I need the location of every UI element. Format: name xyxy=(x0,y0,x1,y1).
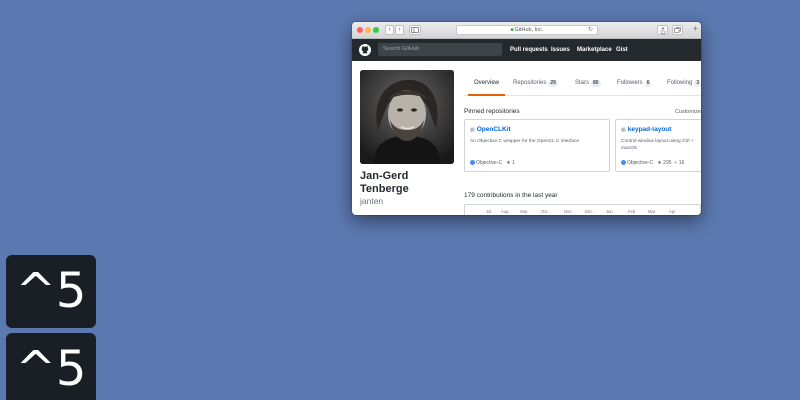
tab-count: 6 xyxy=(644,80,652,87)
tabs-icon xyxy=(674,27,681,33)
title-bar: ‹ › ■GitHub, Inc. ↻ + xyxy=(352,22,701,39)
tab-count: 80 xyxy=(591,80,601,87)
github-search-input[interactable]: Search GitHub xyxy=(378,43,502,56)
profile-login: janten xyxy=(360,196,384,206)
profile-name-line1: Jan-Gerd xyxy=(360,170,409,182)
repo-icon: ▦ xyxy=(470,127,475,133)
repo-meta: Objective-C ★ 295 ⑂ 16 xyxy=(621,160,684,166)
pinned-repo-card: ▦ OpenCLKit An Objective C wrapper for th… xyxy=(464,119,610,172)
profile-name-line2: Tenberge xyxy=(360,183,409,195)
repo-stars[interactable]: 1 xyxy=(512,160,515,166)
close-window-button[interactable] xyxy=(357,27,363,33)
tab-label: Stars xyxy=(575,80,590,86)
month-label: Feb xyxy=(628,209,636,214)
tab-count: 29 xyxy=(548,80,558,87)
month-label: Jan xyxy=(606,209,613,214)
month-label: Oct xyxy=(541,209,548,214)
language-color-icon xyxy=(470,160,475,165)
plus-icon: + xyxy=(693,24,698,33)
github-logo-icon[interactable] xyxy=(359,44,371,56)
tab-repositories[interactable]: Repositories 29 xyxy=(513,70,558,96)
repo-language: Objective-C xyxy=(627,160,654,166)
nav-issues[interactable]: Issues xyxy=(551,39,570,61)
nav-gist[interactable]: Gist xyxy=(616,39,628,61)
github-header: Search GitHub Pull requests Issues Marke… xyxy=(352,39,701,61)
repo-link[interactable]: ▦ OpenCLKit xyxy=(470,126,511,133)
month-label: Sep xyxy=(520,209,528,214)
star-icon: ★ xyxy=(506,160,511,166)
tab-followers[interactable]: Followers 6 xyxy=(617,70,652,96)
language-color-icon xyxy=(621,160,626,165)
repo-link[interactable]: ▦ keypad-layout xyxy=(621,126,671,133)
share-icon xyxy=(660,27,665,34)
back-icon: ‹ xyxy=(388,26,391,33)
repo-stars[interactable]: 295 xyxy=(663,160,671,166)
month-label: Jul xyxy=(486,209,492,214)
contribution-graph: Jul Aug Sep Oct Nov Dec Jan Feb Mar Apr xyxy=(464,204,701,215)
keyboard-shortcut-badge: ^5 xyxy=(6,333,96,400)
share-button[interactable] xyxy=(657,25,668,35)
contributions-title: 179 contributions in the last year xyxy=(464,192,558,199)
month-label: Nov xyxy=(564,209,572,214)
month-label: Aug xyxy=(501,209,509,214)
month-label: Mar xyxy=(648,209,656,214)
browser-window: ‹ › ■GitHub, Inc. ↻ + Search GitHub Pull… xyxy=(352,22,701,215)
tab-label: Following xyxy=(667,80,693,86)
tab-stars[interactable]: Stars 80 xyxy=(575,70,601,96)
keyboard-shortcut-badge: ^5 xyxy=(6,255,96,328)
new-tab-button[interactable]: + xyxy=(691,25,700,35)
pinned-repositories-title: Pinned repositories xyxy=(464,108,520,115)
tab-label: Repositories xyxy=(513,80,547,86)
sidebar-toggle-button[interactable] xyxy=(409,25,421,35)
sidebar-icon xyxy=(411,27,419,33)
month-label: Apr xyxy=(669,209,676,214)
profile-fullname: Jan-Gerd Tenberge xyxy=(360,170,460,196)
reload-icon[interactable]: ↻ xyxy=(588,26,593,34)
tab-overview[interactable]: Overview xyxy=(468,70,506,96)
tab-label: Overview xyxy=(474,80,500,86)
repo-description: An Objective C wrapper for the OpenCL C … xyxy=(470,139,580,144)
forward-button[interactable]: › xyxy=(395,25,404,35)
fork-icon: ⑂ xyxy=(674,160,678,166)
repo-forks[interactable]: 16 xyxy=(679,160,685,166)
tab-count: 3 xyxy=(694,80,701,87)
repo-name: keypad-layout xyxy=(627,126,672,133)
pinned-repo-card: ▦ keypad-layout Control window layout usi… xyxy=(615,119,701,172)
nav-marketplace[interactable]: Marketplace xyxy=(577,39,612,61)
repo-icon: ▦ xyxy=(621,127,626,133)
tab-label: Followers xyxy=(617,80,643,86)
repo-meta: Objective-C ★ 1 xyxy=(470,160,515,166)
profile-avatar[interactable] xyxy=(360,70,454,164)
tab-following[interactable]: Following 3 xyxy=(667,70,701,96)
address-bar[interactable]: ■GitHub, Inc. ↻ xyxy=(456,25,598,35)
minimize-window-button[interactable] xyxy=(365,27,371,33)
address-text: GitHub, Inc. xyxy=(514,27,544,33)
avatar-photo xyxy=(360,70,454,164)
nav-pull-requests[interactable]: Pull requests xyxy=(510,39,548,61)
repo-name: OpenCLKit xyxy=(476,126,511,133)
star-icon: ★ xyxy=(657,160,662,166)
back-button[interactable]: ‹ xyxy=(385,25,394,35)
month-label: Dec xyxy=(585,209,593,214)
repo-language: Objective-C xyxy=(476,160,503,166)
repo-description: Control window layout using Ctrl + macOS xyxy=(621,139,694,151)
zoom-window-button[interactable] xyxy=(373,27,379,33)
customize-pins-link[interactable]: Customize xyxy=(675,109,701,115)
forward-icon: › xyxy=(398,26,401,33)
profile-tabs: Overview Repositories 29 Stars 80 Follower… xyxy=(464,70,701,96)
tabs-overview-button[interactable] xyxy=(672,25,683,35)
